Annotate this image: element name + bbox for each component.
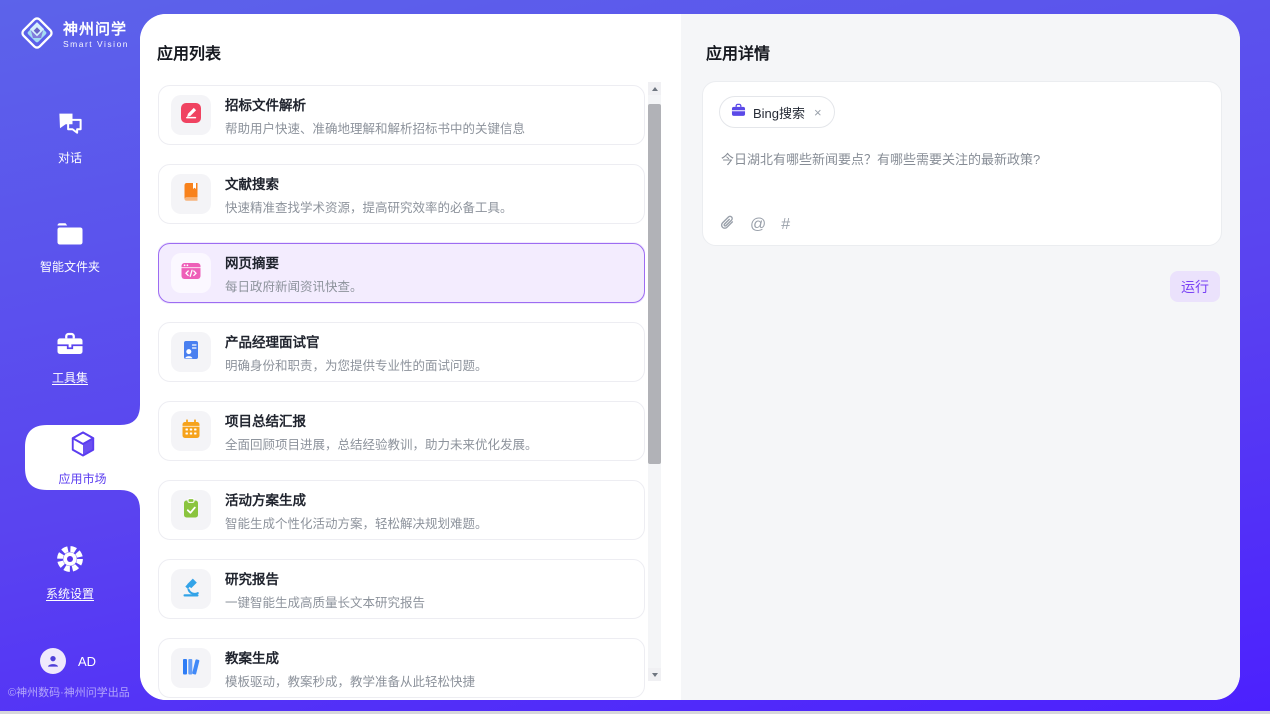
app-list-title: 应用列表 — [157, 40, 221, 64]
app-list-item[interactable]: 活动方案生成 智能生成个性化活动方案，轻松解决规划难题。 — [158, 480, 645, 540]
sidebar-item-smart-folder[interactable]: 智能文件夹 — [0, 221, 140, 275]
query-input[interactable]: 今日湖北有哪些新闻要点？有哪些需要关注的最新政策? — [721, 150, 1201, 170]
sidebar-item-app-market[interactable]: 应用市场 — [25, 405, 140, 510]
pen-square-icon — [180, 102, 202, 129]
sidebar-item-label: 对话 — [0, 149, 140, 166]
app-list-item[interactable]: 项目总结汇报 全面回顾项目进展，总结经验教训，助力未来优化发展。 — [158, 401, 645, 461]
app-icon-badge — [171, 253, 211, 293]
app-description: 模板驱动，教案秒成，教学准备从此轻松快捷 — [225, 671, 475, 690]
scroll-up-button[interactable] — [648, 82, 661, 95]
brand-logo: 神州问学 Smart Vision — [18, 14, 129, 57]
app-title: 教案生成 — [225, 647, 475, 667]
prompt-card: Bing搜索 × 今日湖北有哪些新闻要点？有哪些需要关注的最新政策? @ # — [702, 81, 1222, 246]
cube-icon — [68, 446, 98, 463]
app-title: 招标文件解析 — [225, 94, 525, 114]
sidebar-item-label: 工具集 — [0, 369, 140, 386]
folder-icon — [55, 221, 85, 252]
app-icon-badge — [171, 411, 211, 451]
app-detail-panel: 应用详情 Bing搜索 × 今日湖北有哪些新闻要点？有哪些需要关注的最新政策? — [681, 14, 1240, 700]
brand-name: 神州问学 — [63, 22, 129, 38]
app-description: 帮助用户快速、准确地理解和解析招标书中的关键信息 — [225, 118, 525, 137]
close-icon[interactable]: × — [812, 105, 824, 120]
chat-icon — [55, 108, 85, 143]
app-icon-badge — [171, 648, 211, 688]
app-title: 项目总结汇报 — [225, 410, 538, 430]
main-content: 应用列表 招标文件解析 帮助用户快速、准确地理解和解析招标书中的关键信息 — [140, 14, 1240, 700]
app-title: 文献搜索 — [225, 173, 513, 193]
app-icon-badge — [171, 569, 211, 609]
triangle-up-icon — [652, 87, 658, 91]
gear-icon — [55, 544, 85, 579]
app-list: 招标文件解析 帮助用户快速、准确地理解和解析招标书中的关键信息 文献搜索 快速精… — [158, 85, 645, 700]
calendar-icon — [180, 418, 202, 445]
app-list-panel: 应用列表 招标文件解析 帮助用户快速、准确地理解和解析招标书中的关键信息 — [140, 14, 681, 700]
copyright-footer: ©神州数码·神州问学出品 — [8, 684, 130, 700]
microscope-icon — [180, 576, 202, 603]
app-list-item[interactable]: 网页摘要 每日政府新闻资讯快查。 — [158, 243, 645, 303]
briefcase-icon — [731, 103, 746, 122]
tool-tag-bing-search[interactable]: Bing搜索 × — [719, 96, 835, 128]
toolbox-icon — [55, 330, 85, 363]
app-detail-title: 应用详情 — [706, 40, 770, 64]
scroll-down-button[interactable] — [648, 668, 661, 681]
app-icon-badge — [171, 95, 211, 135]
composer-toolbar: @ # — [720, 214, 790, 236]
sidebar-item-toolset[interactable]: 工具集 — [0, 330, 140, 386]
app-list-item[interactable]: 研究报告 一键智能生成高质量长文本研究报告 — [158, 559, 645, 619]
app-description: 智能生成个性化活动方案，轻松解决规划难题。 — [225, 513, 488, 532]
sidebar-item-chat[interactable]: 对话 — [0, 108, 140, 166]
list-scrollbar[interactable] — [648, 82, 661, 681]
sidebar-item-label: 智能文件夹 — [0, 258, 140, 275]
app-icon-badge — [171, 490, 211, 530]
app-description: 一键智能生成高质量长文本研究报告 — [225, 592, 425, 611]
app-title: 产品经理面试官 — [225, 331, 488, 351]
tool-tag-label: Bing搜索 — [753, 103, 805, 122]
clipboard-check-icon — [180, 497, 202, 524]
person-icon — [45, 653, 61, 669]
paperclip-icon[interactable] — [720, 214, 735, 236]
app-icon-badge — [171, 174, 211, 214]
app-list-item[interactable]: 教案生成 模板驱动，教案秒成，教学准备从此轻松快捷 — [158, 638, 645, 698]
book-icon — [180, 181, 202, 208]
scrollbar-thumb[interactable] — [648, 104, 661, 464]
diamond-logo-icon — [18, 14, 56, 57]
books-icon — [180, 655, 202, 682]
user-account[interactable]: AD — [40, 648, 96, 674]
app-description: 每日政府新闻资讯快查。 — [225, 276, 363, 295]
app-description: 明确身份和职责，为您提供专业性的面试问题。 — [225, 355, 488, 374]
app-list-item[interactable]: 产品经理面试官 明确身份和职责，为您提供专业性的面试问题。 — [158, 322, 645, 382]
user-initials: AD — [78, 654, 96, 669]
sidebar: 神州问学 Smart Vision 对话 智能文件夹 — [0, 0, 140, 714]
hash-icon[interactable]: # — [781, 217, 790, 233]
app-list-item[interactable]: 招标文件解析 帮助用户快速、准确地理解和解析招标书中的关键信息 — [158, 85, 645, 145]
browser-code-icon — [180, 260, 202, 287]
sidebar-item-settings[interactable]: 系统设置 — [0, 544, 140, 602]
at-mention-icon[interactable]: @ — [750, 217, 766, 233]
interviewer-doc-icon — [180, 339, 202, 366]
sidebar-item-label: 应用市场 — [25, 470, 140, 487]
app-list-item[interactable]: 文献搜索 快速精准查找学术资源，提高研究效率的必备工具。 — [158, 164, 645, 224]
app-description: 快速精准查找学术资源，提高研究效率的必备工具。 — [225, 197, 513, 216]
run-button[interactable]: 运行 — [1170, 271, 1220, 302]
app-title: 活动方案生成 — [225, 489, 488, 509]
app-title: 研究报告 — [225, 568, 425, 588]
sidebar-item-label: 系统设置 — [0, 585, 140, 602]
brand-tagline: Smart Vision — [63, 40, 129, 49]
triangle-down-icon — [652, 673, 658, 677]
app-title: 网页摘要 — [225, 252, 363, 272]
avatar — [40, 648, 66, 674]
app-icon-badge — [171, 332, 211, 372]
app-description: 全面回顾项目进展，总结经验教训，助力未来优化发展。 — [225, 434, 538, 453]
